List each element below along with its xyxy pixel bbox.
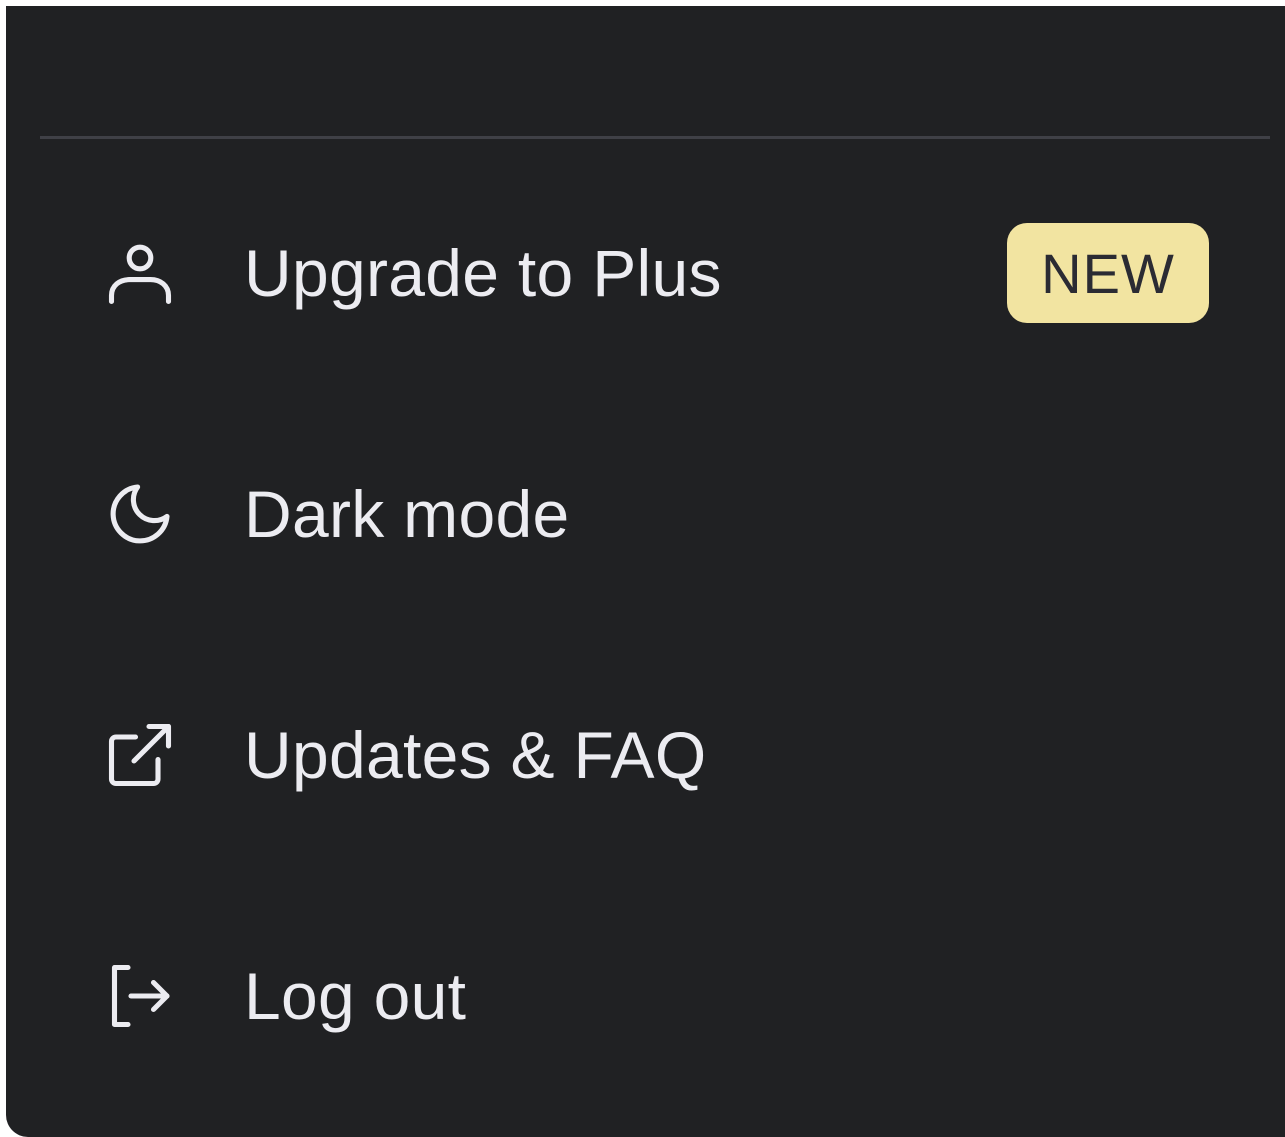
menu-item-label: Upgrade to Plus [244, 236, 722, 310]
moon-icon [104, 478, 176, 550]
menu-item-log-out[interactable]: Log out [6, 921, 1285, 1071]
menu-item-updates-faq[interactable]: Updates & FAQ [6, 680, 1285, 830]
log-out-icon [104, 960, 176, 1032]
menu-item-label: Log out [244, 959, 467, 1033]
menu-item-label: Updates & FAQ [244, 718, 707, 792]
user-icon [104, 237, 176, 309]
new-badge: NEW [1007, 223, 1209, 323]
menu-item-upgrade-to-plus[interactable]: Upgrade to Plus NEW [6, 198, 1285, 348]
menu-divider [40, 136, 1270, 139]
external-link-icon [104, 719, 176, 791]
account-menu: Upgrade to Plus NEW Dark mode Updates & … [6, 6, 1285, 1137]
menu-item-label: Dark mode [244, 477, 570, 551]
menu-item-dark-mode[interactable]: Dark mode [6, 439, 1285, 589]
